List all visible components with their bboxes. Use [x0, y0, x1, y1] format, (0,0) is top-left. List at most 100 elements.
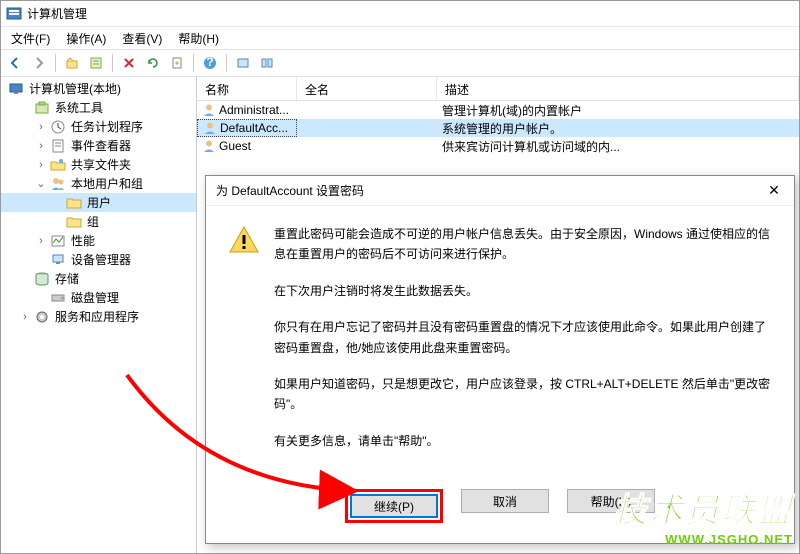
cell-name: Administrat...: [197, 102, 297, 118]
continue-button[interactable]: 继续(P): [350, 494, 438, 518]
dialog-p1: 重置此密码可能会造成不可逆的用户帐户信息丢失。由于安全原因，Windows 通过…: [274, 224, 772, 265]
tree-node[interactable]: ⌄ 本地用户和组: [1, 174, 196, 193]
toolbar-separator: [112, 54, 113, 72]
tree-node[interactable]: 设备管理器: [1, 250, 196, 269]
up-button[interactable]: [61, 52, 83, 74]
tree-node[interactable]: › 事件查看器: [1, 136, 196, 155]
tree-toggle-icon[interactable]: ›: [19, 311, 31, 323]
tree-item-icon: [34, 100, 50, 116]
tree-node[interactable]: 组: [1, 212, 196, 231]
delete-button[interactable]: [118, 52, 140, 74]
back-button[interactable]: [4, 52, 26, 74]
tree-item-icon: [34, 271, 50, 287]
continue-highlight-annotation: 继续(P): [345, 489, 443, 523]
window-title: 计算机管理: [27, 5, 87, 22]
tree-label: 共享文件夹: [69, 156, 133, 173]
toolbar-separator: [55, 54, 56, 72]
cell-name: Guest: [197, 138, 297, 154]
cell-name: DefaultAcc...: [197, 119, 297, 137]
svg-text:?: ?: [206, 56, 213, 69]
dialog-p4: 如果用户知道密码，只是想更改它，用户应该登录，按 CTRL+ALT+DELETE…: [274, 374, 772, 415]
properties-button[interactable]: [85, 52, 107, 74]
help-button-dialog[interactable]: 帮助(H): [567, 489, 655, 513]
tree-item-icon: [50, 157, 66, 173]
user-icon: [202, 139, 216, 153]
tree-item-icon: [66, 214, 82, 230]
tree-item-icon: [50, 176, 66, 192]
help-button[interactable]: ?: [199, 52, 221, 74]
menubar: 文件(F) 操作(A) 查看(V) 帮助(H): [1, 27, 799, 49]
tree-node[interactable]: › 性能: [1, 231, 196, 250]
tree-node[interactable]: › 服务和应用程序: [1, 307, 196, 326]
tree-label: 用户: [85, 194, 113, 211]
tree-node[interactable]: › 共享文件夹: [1, 155, 196, 174]
col-header-desc[interactable]: 描述: [437, 77, 799, 100]
list-item[interactable]: DefaultAcc... 系统管理的用户帐户。: [197, 119, 799, 137]
view-button[interactable]: [232, 52, 254, 74]
tree-label: 本地用户和组: [69, 175, 145, 192]
password-dialog: 为 DefaultAccount 设置密码 ✕ 重置此密码可能会造成不可逆的用户…: [205, 175, 795, 544]
dialog-titlebar[interactable]: 为 DefaultAccount 设置密码 ✕: [206, 176, 794, 206]
tree-label: 性能: [69, 232, 97, 249]
dialog-p2: 在下次用户注销时将发生此数据丢失。: [274, 281, 772, 301]
forward-button[interactable]: [28, 52, 50, 74]
col-header-fullname[interactable]: 全名: [297, 77, 437, 100]
export-button[interactable]: [166, 52, 188, 74]
tree-toggle-icon[interactable]: ›: [35, 235, 47, 247]
tree-item-icon: [50, 138, 66, 154]
dialog-buttons: 继续(P) 取消 帮助(H): [206, 479, 794, 543]
list-item[interactable]: Administrat... 管理计算机(域)的内置帐户: [197, 101, 799, 119]
tree-item-icon: [50, 233, 66, 249]
tree-node[interactable]: 用户: [1, 193, 196, 212]
menu-view[interactable]: 查看(V): [114, 28, 170, 49]
tree-toggle-icon[interactable]: ›: [35, 159, 47, 171]
tree-toggle-icon[interactable]: ›: [35, 140, 47, 152]
cell-desc: 供来宾访问计算机或访问域的内...: [437, 137, 799, 156]
dialog-p5: 有关更多信息，请单击"帮助"。: [274, 431, 772, 451]
tree-label: 设备管理器: [69, 251, 133, 268]
tree-item-icon: [50, 290, 66, 306]
computer-icon: [8, 81, 24, 97]
tree-item-icon: [50, 252, 66, 268]
tree-node[interactable]: 磁盘管理: [1, 288, 196, 307]
tree-label: 计算机管理(本地): [27, 80, 123, 97]
tree-toggle-icon[interactable]: ›: [35, 121, 47, 133]
tree-label: 系统工具: [53, 99, 105, 116]
cell-desc: 管理计算机(域)的内置帐户: [437, 101, 799, 120]
toolbar: ?: [1, 49, 799, 77]
cell-desc: 系统管理的用户帐户。: [437, 119, 799, 138]
list-item[interactable]: Guest 供来宾访问计算机或访问域的内...: [197, 137, 799, 155]
cancel-button[interactable]: 取消: [461, 489, 549, 513]
menu-file[interactable]: 文件(F): [3, 28, 58, 49]
tree-label: 事件查看器: [69, 137, 133, 154]
tree-label: 服务和应用程序: [53, 308, 141, 325]
tree-item-icon: [34, 309, 50, 325]
tree-item-icon: [50, 119, 66, 135]
dialog-p3: 你只有在用户忘记了密码并且没有密码重置盘的情况下才应该使用此命令。如果此用户创建…: [274, 317, 772, 358]
refresh-button[interactable]: [142, 52, 164, 74]
tree-node[interactable]: 存储: [1, 269, 196, 288]
tree-label: 任务计划程序: [69, 118, 145, 135]
tree-label: 组: [85, 213, 101, 230]
cell-fullname: [297, 145, 437, 147]
tree-panel[interactable]: 计算机管理(本地) 系统工具 › 任务计划程序 › 事件查看器 › 共享文件夹 ⌄ 本地用户和组…: [1, 77, 197, 553]
dialog-text: 重置此密码可能会造成不可逆的用户帐户信息丢失。由于安全原因，Windows 通过…: [274, 224, 772, 467]
list-header: 名称 全名 描述: [197, 77, 799, 101]
tree-node[interactable]: 系统工具: [1, 98, 196, 117]
tree-label: 磁盘管理: [69, 289, 121, 306]
menu-help[interactable]: 帮助(H): [170, 28, 227, 49]
view2-button[interactable]: [256, 52, 278, 74]
toolbar-separator: [226, 54, 227, 72]
tree-root[interactable]: 计算机管理(本地): [1, 79, 196, 98]
app-icon: [6, 6, 22, 22]
close-icon[interactable]: ✕: [754, 176, 794, 206]
user-icon: [203, 121, 217, 135]
menu-action[interactable]: 操作(A): [58, 28, 114, 49]
tree-node[interactable]: › 任务计划程序: [1, 117, 196, 136]
col-header-name[interactable]: 名称: [197, 77, 297, 100]
cell-fullname: [297, 109, 437, 111]
cell-fullname: [297, 127, 437, 129]
tree-toggle-icon[interactable]: ⌄: [35, 177, 47, 190]
tree-item-icon: [66, 195, 82, 211]
tree-label: 存储: [53, 270, 81, 287]
